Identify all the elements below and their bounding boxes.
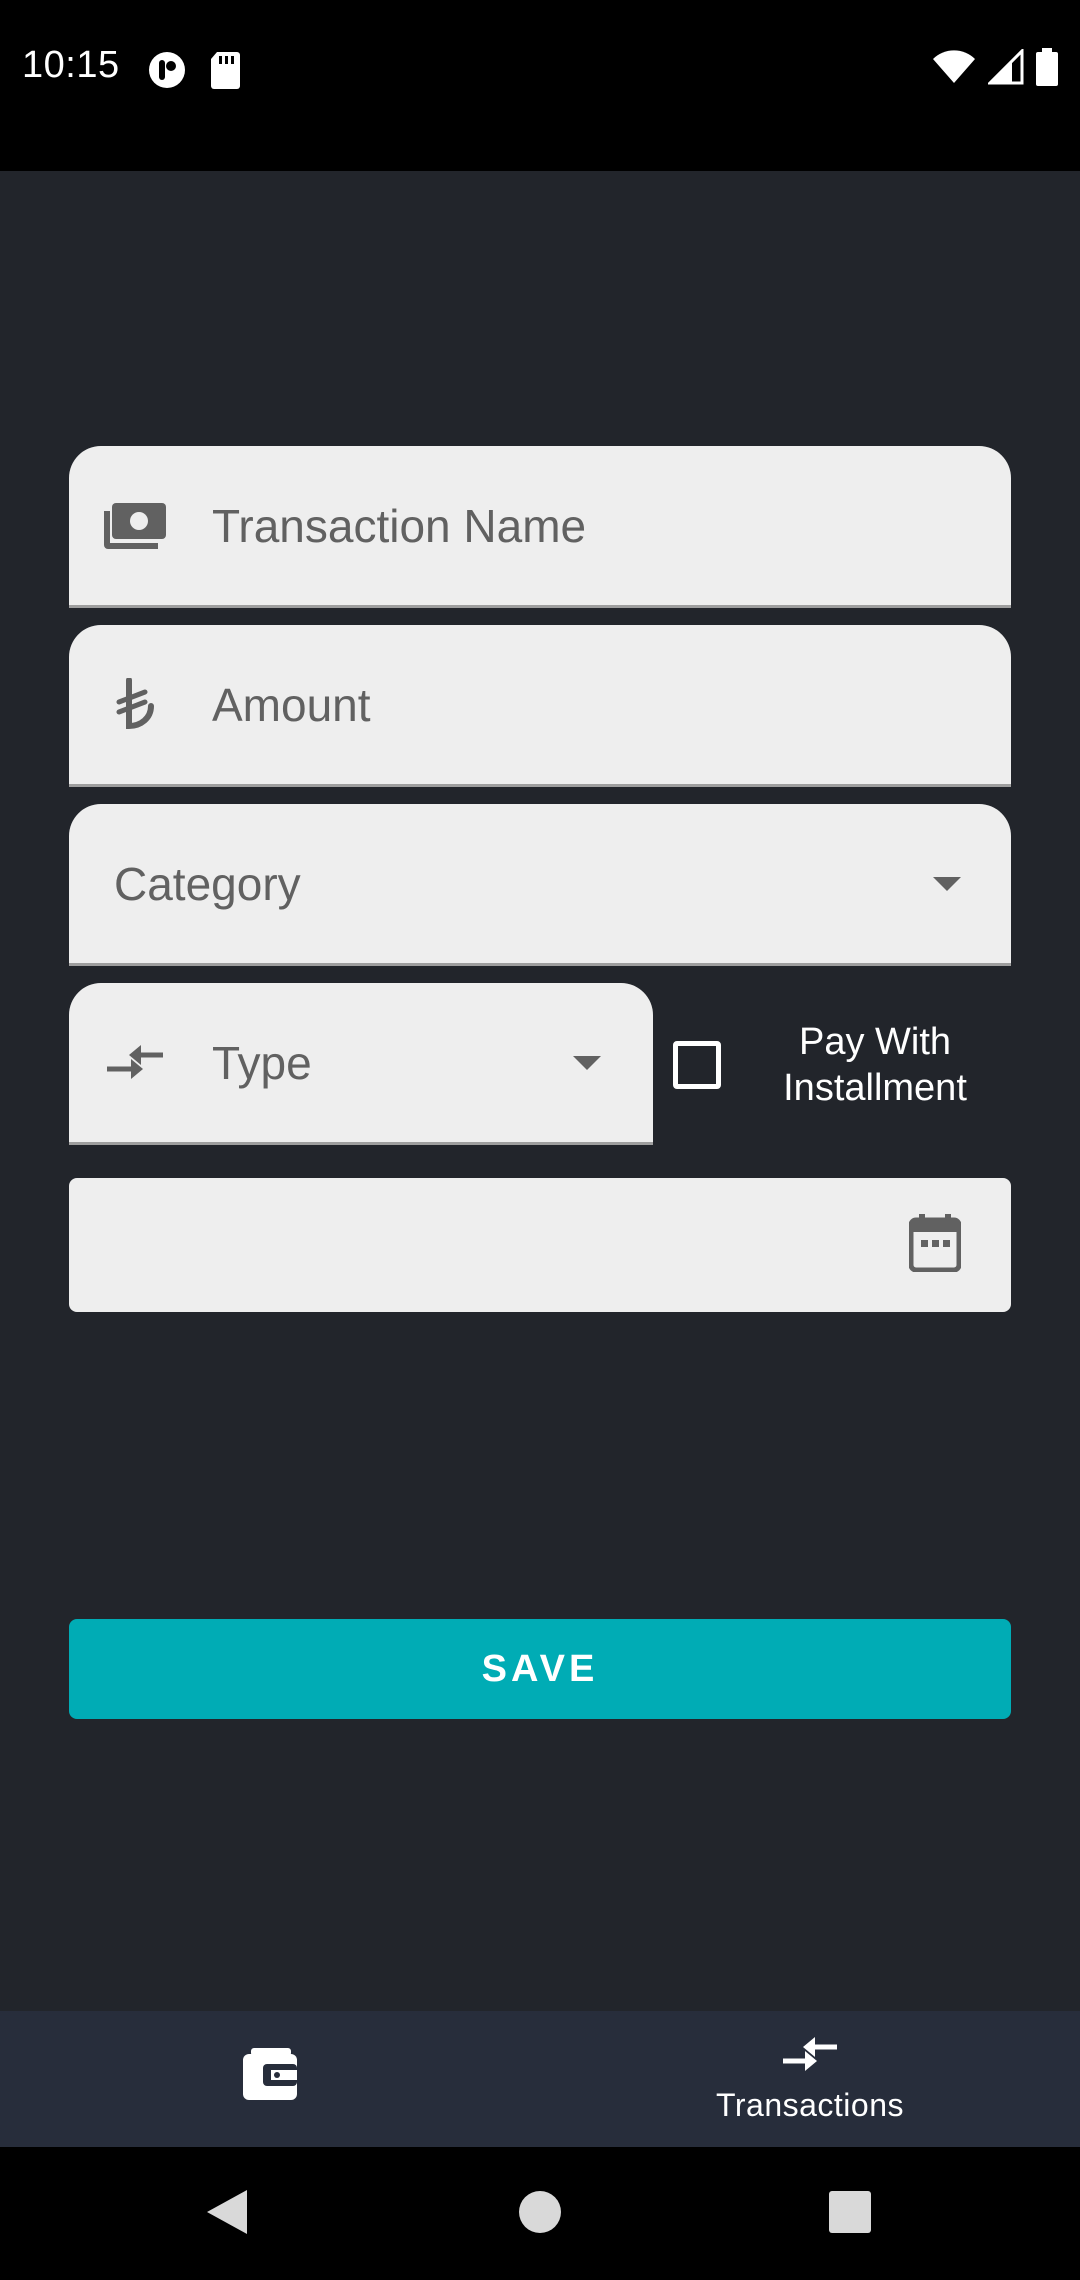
type-placeholder: Type <box>212 1036 312 1089</box>
recents-icon[interactable] <box>829 2190 871 2237</box>
amount-placeholder: Amount <box>212 678 371 731</box>
lira-currency-icon <box>103 673 167 737</box>
home-icon[interactable] <box>518 2190 562 2238</box>
nav-label-transactions: Transactions <box>716 2086 904 2123</box>
installment-checkbox[interactable] <box>673 1041 721 1089</box>
transfer-arrows-icon <box>103 1031 167 1095</box>
chevron-down-icon <box>573 1055 601 1070</box>
wifi-icon <box>932 49 976 89</box>
wallet-icon <box>243 2048 297 2104</box>
category-dropdown[interactable]: Category <box>69 804 1011 966</box>
chevron-down-icon <box>933 876 961 891</box>
category-placeholder: Category <box>114 857 301 910</box>
bottom-navigation: Transactions <box>0 2011 1080 2147</box>
system-navigation-bar <box>0 2147 1080 2280</box>
transaction-name-field[interactable]: Transaction Name <box>69 446 1011 608</box>
nav-item-wallet[interactable] <box>0 2011 540 2147</box>
transfer-arrows-icon <box>781 2035 839 2081</box>
transaction-name-placeholder: Transaction Name <box>212 499 587 552</box>
money-icon <box>103 494 167 558</box>
cell-signal-icon <box>986 47 1024 89</box>
back-icon[interactable] <box>205 2188 249 2240</box>
status-bar: 10:15 <box>0 0 1080 171</box>
installment-label: Pay With Installment <box>783 1021 967 1109</box>
calendar-icon[interactable] <box>908 1214 962 1276</box>
date-field[interactable] <box>69 1178 1011 1312</box>
status-time: 10:15 <box>22 44 120 86</box>
battery-icon <box>1036 48 1058 90</box>
type-dropdown[interactable]: Type <box>69 983 653 1145</box>
sd-card-icon <box>209 50 241 94</box>
amount-field[interactable]: Amount <box>69 625 1011 787</box>
nav-item-transactions[interactable]: Transactions <box>540 2011 1080 2147</box>
save-button[interactable]: SAVE <box>69 1619 1011 1719</box>
app-content: Transaction Name Amount Category Type Pa… <box>0 171 1080 2011</box>
app-notification-icon <box>147 50 187 94</box>
